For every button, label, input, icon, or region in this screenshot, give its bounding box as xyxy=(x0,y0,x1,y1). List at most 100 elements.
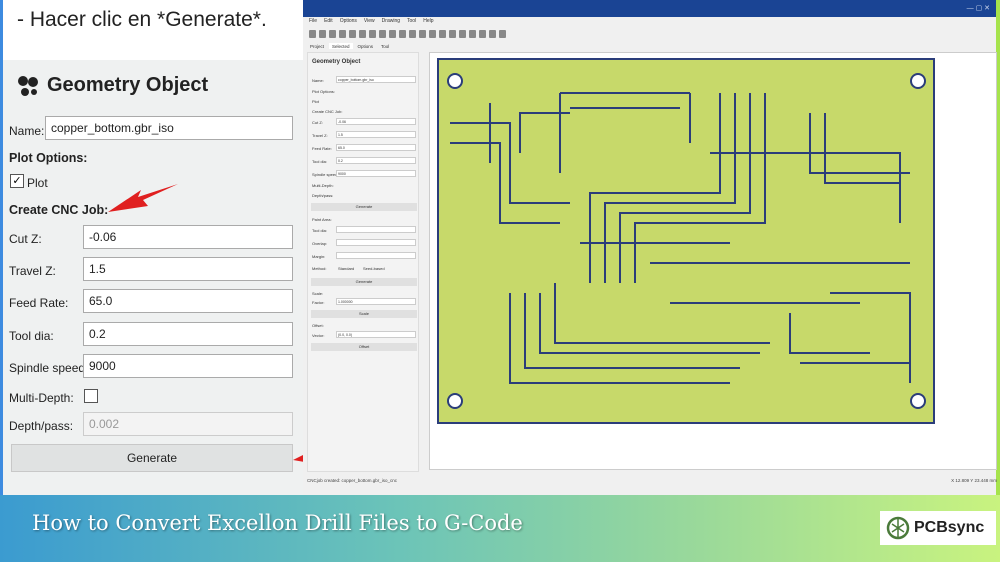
mini-method: Method: xyxy=(312,266,327,271)
window-controls[interactable]: — ▢ ✕ xyxy=(967,4,990,13)
toolbar-button[interactable] xyxy=(369,29,376,38)
mini-margin-input[interactable] xyxy=(336,252,416,259)
mini-tooldia-label: Tool dia: xyxy=(312,159,327,164)
zoomed-panel: - Hacer clic en *Generate*. Geometry Obj… xyxy=(0,0,409,495)
generate-button[interactable]: Generate xyxy=(11,444,293,472)
mini-offset-label: Offset: xyxy=(312,323,324,328)
mini-paint-generate[interactable]: Generate xyxy=(311,278,417,286)
mini-paint-tooldia-input[interactable] xyxy=(336,226,416,233)
mini-cut-z-input[interactable]: -0.06 xyxy=(336,118,416,125)
toolbar-button[interactable] xyxy=(329,29,336,38)
mini-factor-input[interactable]: 1.000000 xyxy=(336,298,416,305)
toolbar-button[interactable] xyxy=(449,29,456,38)
mini-multidepth-label: Multi-Depth: xyxy=(312,183,334,188)
depth-pass-label: Depth/pass: xyxy=(9,419,74,433)
toolbar-button[interactable] xyxy=(399,29,406,38)
mini-generate-button[interactable]: Generate xyxy=(311,203,417,211)
travel-z-input[interactable]: 1.5 xyxy=(83,257,293,281)
tab-options[interactable]: Options xyxy=(355,43,377,49)
toolbar-button[interactable] xyxy=(319,29,326,38)
mini-name-input[interactable]: copper_bottom.gbr_iso xyxy=(336,76,416,83)
mini-tooldia-input[interactable]: 0.2 xyxy=(336,157,416,164)
pcbsync-logo-icon xyxy=(886,516,910,540)
cut-z-input[interactable]: -0.06 xyxy=(83,225,293,249)
pcbsync-logo: PCBsync xyxy=(880,511,996,545)
mini-offset-button[interactable]: Offset xyxy=(311,343,417,351)
mini-cnc-job: Create CNC Job: xyxy=(312,109,343,114)
mini-vector-input[interactable]: (0.0, 0.0) xyxy=(336,331,416,338)
mini-paint-tooldia: Tool dia: xyxy=(312,228,327,233)
toolbar-button[interactable] xyxy=(439,29,446,38)
toolbar-button[interactable] xyxy=(309,29,316,38)
toolbar-button[interactable] xyxy=(349,29,356,38)
mini-name-label: Name: xyxy=(312,78,324,83)
name-label: Name: xyxy=(9,124,45,138)
menu-bar: File Edit Options View Drawing Tool Help xyxy=(303,17,996,26)
cut-z-label: Cut Z: xyxy=(9,232,42,246)
multi-depth-label: Multi-Depth: xyxy=(9,391,74,405)
geometry-icon xyxy=(18,75,38,96)
menu-edit[interactable]: Edit xyxy=(324,18,333,25)
toolbar-button[interactable] xyxy=(389,29,396,38)
plot-label: Plot xyxy=(27,176,48,190)
menu-file[interactable]: File xyxy=(309,18,317,25)
name-input[interactable]: copper_bottom.gbr_iso xyxy=(45,116,293,140)
spindle-speed-input[interactable]: 9000 xyxy=(83,354,293,378)
mini-travel-z-input[interactable]: 1.5 xyxy=(336,131,416,138)
banner-title: How to Convert Excellon Drill Files to G… xyxy=(32,511,523,535)
mini-scale-label: Scale: xyxy=(312,291,324,296)
tool-dia-input[interactable]: 0.2 xyxy=(83,322,293,346)
toolbar-button[interactable] xyxy=(459,29,466,38)
menu-help[interactable]: Help xyxy=(423,18,433,25)
mini-scale-button[interactable]: Scale xyxy=(311,310,417,318)
mini-spindle-input[interactable]: 9000 xyxy=(336,170,416,177)
plot-canvas[interactable] xyxy=(429,52,997,470)
mini-plot: Plot xyxy=(312,99,319,104)
travel-z-label: Travel Z: xyxy=(9,264,56,278)
feed-rate-input[interactable]: 65.0 xyxy=(83,289,293,313)
tool-dia-label: Tool dia: xyxy=(9,329,54,343)
toolbar-button[interactable] xyxy=(409,29,416,38)
toolbar-button[interactable] xyxy=(429,29,436,38)
title-bar: — ▢ ✕ xyxy=(303,0,996,17)
title-banner: How to Convert Excellon Drill Files to G… xyxy=(0,495,1000,562)
toolbar-button[interactable] xyxy=(489,29,496,38)
toolbar-button[interactable] xyxy=(339,29,346,38)
notebook-tabs: Project Selected Options Tool xyxy=(303,41,996,51)
menu-options[interactable]: Options xyxy=(340,18,357,25)
toolbar-button[interactable] xyxy=(469,29,476,38)
menu-tool[interactable]: Tool xyxy=(407,18,416,25)
mini-overlap-input[interactable] xyxy=(336,239,416,246)
red-arrow-icon xyxy=(108,184,178,212)
mini-depth-label: Depth/pass: xyxy=(312,193,334,198)
mini-feed-input[interactable]: 65.0 xyxy=(336,144,416,151)
logo-text: PCBsync xyxy=(914,519,985,536)
depth-pass-input[interactable]: 0.002 xyxy=(83,412,293,436)
tab-selected[interactable]: Selected xyxy=(329,43,353,49)
plot-checkbox[interactable]: ✓ xyxy=(10,174,24,188)
toolbar-button[interactable] xyxy=(479,29,486,38)
menu-view[interactable]: View xyxy=(364,18,375,25)
toolbar xyxy=(303,26,996,41)
mini-cut-z-label: Cut Z: xyxy=(312,120,323,125)
menu-drawing[interactable]: Drawing xyxy=(382,18,400,25)
panel-title-text: Geometry Object xyxy=(47,74,209,96)
toolbar-button[interactable] xyxy=(379,29,386,38)
coordinates-readout: X 12.809 Y 23.448 mm xyxy=(951,478,997,483)
toolbar-button[interactable] xyxy=(419,29,426,38)
mini-title: Geometry Object xyxy=(312,59,361,65)
panel-title: Geometry Object xyxy=(17,74,208,97)
mini-radio-standard[interactable]: Standard xyxy=(338,266,354,271)
mini-feed-label: Feed Rate: xyxy=(312,146,332,151)
tab-project[interactable]: Project xyxy=(307,43,327,49)
mini-factor-label: Factor: xyxy=(312,300,325,305)
toolbar-button[interactable] xyxy=(499,29,506,38)
tab-tool[interactable]: Tool xyxy=(378,43,392,49)
mini-plot-options: Plot Options: xyxy=(312,89,335,94)
mini-radio-seed[interactable]: Seed-based xyxy=(363,266,385,271)
toolbar-button[interactable] xyxy=(359,29,366,38)
plot-options-label: Plot Options: xyxy=(9,151,88,165)
geometry-object-panel: Geometry Object Name: copper_bottom.gbr_… xyxy=(3,60,303,495)
flatcam-window: — ▢ ✕ File Edit Options View Drawing Too… xyxy=(303,0,1000,495)
multi-depth-checkbox[interactable] xyxy=(84,389,98,403)
